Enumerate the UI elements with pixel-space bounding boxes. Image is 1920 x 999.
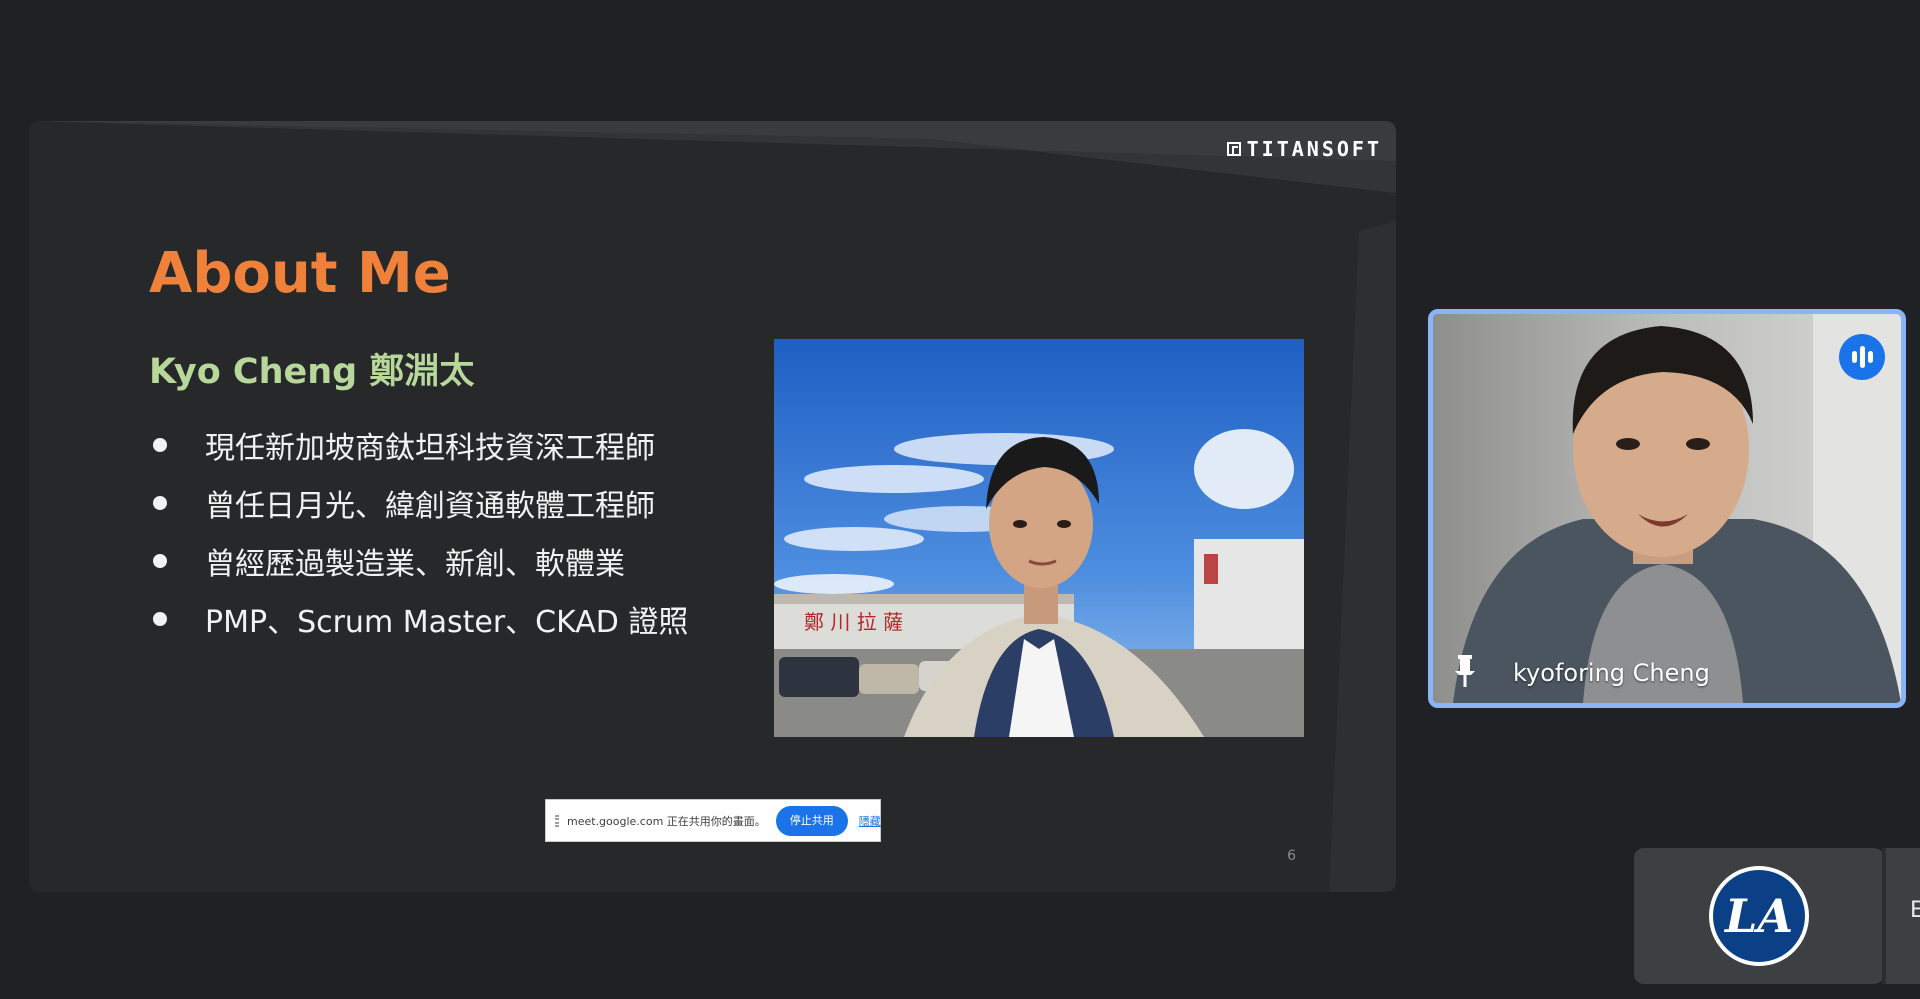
- participant-name: kyoforing Cheng: [1513, 659, 1710, 687]
- bullet-icon: [153, 496, 167, 510]
- bullet-icon: [153, 612, 167, 626]
- pin-icon[interactable]: [1451, 653, 1479, 689]
- slide-page-number: 6: [1287, 848, 1296, 864]
- share-message: meet.google.com 正在共用你的畫面。: [567, 814, 766, 828]
- adjacent-tile-text: E: [1910, 898, 1920, 923]
- slide-title: About Me: [149, 241, 451, 306]
- bullet-item: 曾任日月光、緯創資通軟體工程師: [149, 474, 688, 532]
- bullet-text: PMP、Scrum Master、CKAD 證照: [205, 605, 689, 640]
- titansoft-logo-icon: [1226, 142, 1241, 156]
- adjacent-tile[interactable]: E: [1882, 848, 1920, 984]
- presenter-photo: 鄭 川 拉 薩: [774, 339, 1304, 737]
- stop-sharing-button[interactable]: 停止共用: [775, 805, 848, 836]
- participant-tile[interactable]: kyoforing Cheng: [1428, 309, 1906, 708]
- presenter-name: Kyo Cheng 鄭淵太: [149, 352, 475, 392]
- bullet-item: 曾經歷過製造業、新創、軟體業: [149, 532, 688, 590]
- bullet-icon: [153, 438, 167, 452]
- participant-video: [1433, 314, 1901, 703]
- self-view-tile[interactable]: LA: [1634, 848, 1884, 984]
- hide-banner-link[interactable]: 隱藏: [859, 813, 881, 829]
- logo-text: TITANSOFT: [1246, 137, 1382, 161]
- avatar: LA: [1709, 866, 1809, 966]
- photo-illustration: 鄭 川 拉 薩: [774, 339, 1304, 737]
- bullet-list: 現任新加坡商鈦坦科技資深工程師 曾任日月光、緯創資通軟體工程師 曾經歷過製造業、…: [149, 416, 688, 648]
- bullet-item: PMP、Scrum Master、CKAD 證照: [149, 590, 688, 648]
- bullet-icon: [153, 554, 167, 568]
- bullet-text: 曾任日月光、緯創資通軟體工程師: [205, 489, 655, 524]
- bullet-item: 現任新加坡商鈦坦科技資深工程師: [149, 416, 688, 474]
- avatar-initials: LA: [1713, 870, 1805, 962]
- screen-share-banner: meet.google.com 正在共用你的畫面。 停止共用 隱藏: [545, 799, 881, 842]
- presentation-slide: TITANSOFT About Me Kyo Cheng 鄭淵太 現任新加坡商鈦…: [29, 121, 1396, 892]
- meet-stage: TITANSOFT About Me Kyo Cheng 鄭淵太 現任新加坡商鈦…: [0, 0, 1920, 999]
- bullet-text: 曾經歷過製造業、新創、軟體業: [205, 547, 625, 582]
- audio-level-icon: [1839, 334, 1885, 380]
- bullet-text: 現任新加坡商鈦坦科技資深工程師: [205, 431, 655, 466]
- titansoft-logo: TITANSOFT: [1226, 137, 1382, 161]
- drag-handle-icon[interactable]: [555, 814, 559, 827]
- photo-signage: 鄭 川 拉 薩: [804, 610, 903, 634]
